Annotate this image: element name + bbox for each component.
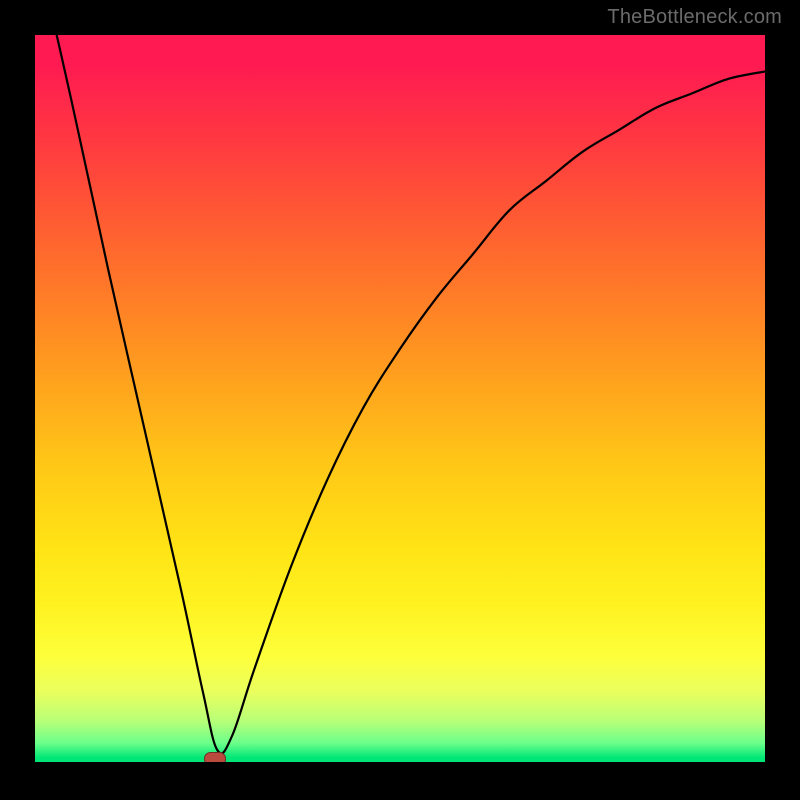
chart-canvas: TheBottleneck.com xyxy=(0,0,800,800)
bottleneck-curve xyxy=(35,35,765,765)
plot-area xyxy=(35,35,765,765)
watermark-label: TheBottleneck.com xyxy=(607,6,782,29)
x-axis-baseline xyxy=(35,762,765,765)
